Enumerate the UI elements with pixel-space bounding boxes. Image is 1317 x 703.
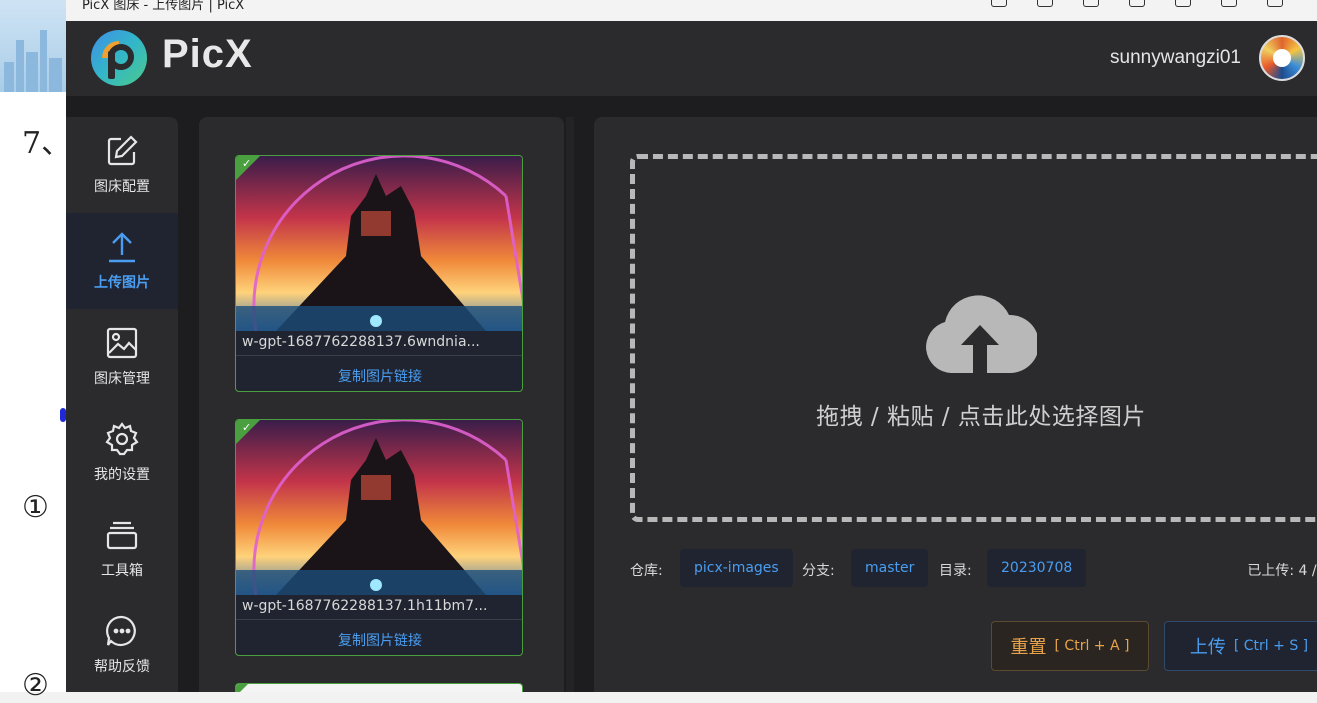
sidebar-item-label: 图床管理 xyxy=(94,371,150,387)
image-card[interactable]: ✓ w-gpt-1687762288137.6wndnia... 复制图片链接 xyxy=(235,155,523,392)
upload-panel: 拖拽 / 粘贴 / 点击此处选择图片 仓库: picx-images 分支: m… xyxy=(594,117,1317,692)
sidebar-item-label: 图床配置 xyxy=(94,179,150,195)
sidebar-item-label: 上传图片 xyxy=(94,275,150,291)
sidebar: 图床配置 上传图片 图床管理 我的设置 工具箱 帮助反馈 xyxy=(66,117,178,692)
toolbox-icon xyxy=(106,521,138,550)
scrollbar[interactable] xyxy=(566,117,574,692)
background-image xyxy=(0,0,66,92)
directory-label: 目录: xyxy=(939,563,972,579)
uploaded-check-badge xyxy=(236,684,248,692)
avatar[interactable] xyxy=(1259,35,1305,81)
more-icon[interactable] xyxy=(1175,0,1191,7)
sidebar-item-label: 工具箱 xyxy=(101,563,143,579)
image-filename: w-gpt-1687762288137.1h11bm7... xyxy=(242,598,488,614)
picx-logo-icon[interactable] xyxy=(90,29,148,87)
maximize-icon[interactable] xyxy=(1267,0,1283,7)
sidebar-item-my-settings[interactable]: 我的设置 xyxy=(66,405,178,501)
picx-app: PicX sunnywangzi01 图床配置 上传图片 图床管理 我的设置 工… xyxy=(66,21,1317,692)
cloud-upload-icon xyxy=(926,295,1037,373)
background-document: 7、 ① ② xyxy=(0,0,71,703)
image-icon xyxy=(106,327,138,359)
window-title: PicX 图床 - 上传图片 | PicX xyxy=(82,0,245,13)
branch-label: 分支: xyxy=(802,563,835,579)
gear-icon xyxy=(105,422,139,456)
image-drop-zone[interactable]: 拖拽 / 粘贴 / 点击此处选择图片 xyxy=(630,154,1317,522)
reset-button-label: 重置 xyxy=(1010,637,1047,658)
sidebar-item-upload-images[interactable]: 上传图片 xyxy=(66,213,178,309)
repo-value[interactable]: picx-images xyxy=(680,549,793,587)
upload-button-label: 上传 xyxy=(1189,637,1226,658)
check-icon: ✓ xyxy=(242,157,252,170)
doc-number-2: ② xyxy=(22,668,49,703)
copy-image-link-button[interactable]: 复制图片链接 xyxy=(236,630,522,650)
upload-button[interactable]: 上传 [ Ctrl + S ] xyxy=(1164,621,1317,671)
header: PicX sunnywangzi01 xyxy=(66,21,1317,96)
sidebar-item-label: 我的设置 xyxy=(94,467,150,483)
doc-number-7: 7、 xyxy=(22,126,72,161)
image-card[interactable]: ✓ w-gpt-1687762288137.1h11bm7... 复制图片链接 xyxy=(235,419,523,656)
repo-info-bar: 仓库: picx-images 分支: master 目录: 20230708 … xyxy=(630,549,1317,587)
title-bar-icons[interactable] xyxy=(991,0,1283,7)
tab-icon[interactable] xyxy=(991,0,1007,7)
doc-number-1: ① xyxy=(22,490,49,525)
username[interactable]: sunnywangzi01 xyxy=(1110,47,1241,69)
sidebar-item-help-feedback[interactable]: 帮助反馈 xyxy=(66,597,178,693)
image-card[interactable] xyxy=(235,683,523,692)
uploaded-image-list: ✓ w-gpt-1687762288137.6wndnia... 复制图片链接 xyxy=(199,117,564,692)
branch-value[interactable]: master xyxy=(851,549,929,587)
extensions-icon[interactable] xyxy=(1083,0,1099,7)
repo-label: 仓库: xyxy=(630,563,663,579)
drop-zone-text: 拖拽 / 粘贴 / 点击此处选择图片 xyxy=(816,404,1146,430)
upload-status: 已上传: 4 / 4 xyxy=(1247,563,1317,579)
check-icon: ✓ xyxy=(242,421,252,434)
image-thumbnail[interactable] xyxy=(236,156,523,331)
brand-name[interactable]: PicX xyxy=(162,32,253,77)
image-filename: w-gpt-1687762288137.6wndnia... xyxy=(242,334,480,350)
image-thumbnail[interactable] xyxy=(236,420,523,595)
chat-icon xyxy=(106,615,136,646)
edit-icon xyxy=(107,135,138,166)
upload-shortcut: [ Ctrl + S ] xyxy=(1233,638,1309,654)
copy-image-link-button[interactable]: 复制图片链接 xyxy=(236,366,522,386)
reset-shortcut: [ Ctrl + A ] xyxy=(1054,638,1130,654)
sidebar-item-image-hosting-config[interactable]: 图床配置 xyxy=(66,117,178,213)
window-title-bar: PicX 图床 - 上传图片 | PicX xyxy=(66,0,1317,22)
sidebar-item-toolbox[interactable]: 工具箱 xyxy=(66,501,178,597)
reset-button[interactable]: 重置 [ Ctrl + A ] xyxy=(991,621,1149,671)
minimize-icon[interactable] xyxy=(1221,0,1237,7)
sidebar-item-label: 帮助反馈 xyxy=(94,659,150,675)
search-icon[interactable] xyxy=(1129,0,1145,7)
upload-icon xyxy=(109,232,135,263)
directory-value[interactable]: 20230708 xyxy=(987,549,1087,587)
sidebar-item-image-hosting-manage[interactable]: 图床管理 xyxy=(66,309,178,405)
key-icon[interactable] xyxy=(1037,0,1053,7)
